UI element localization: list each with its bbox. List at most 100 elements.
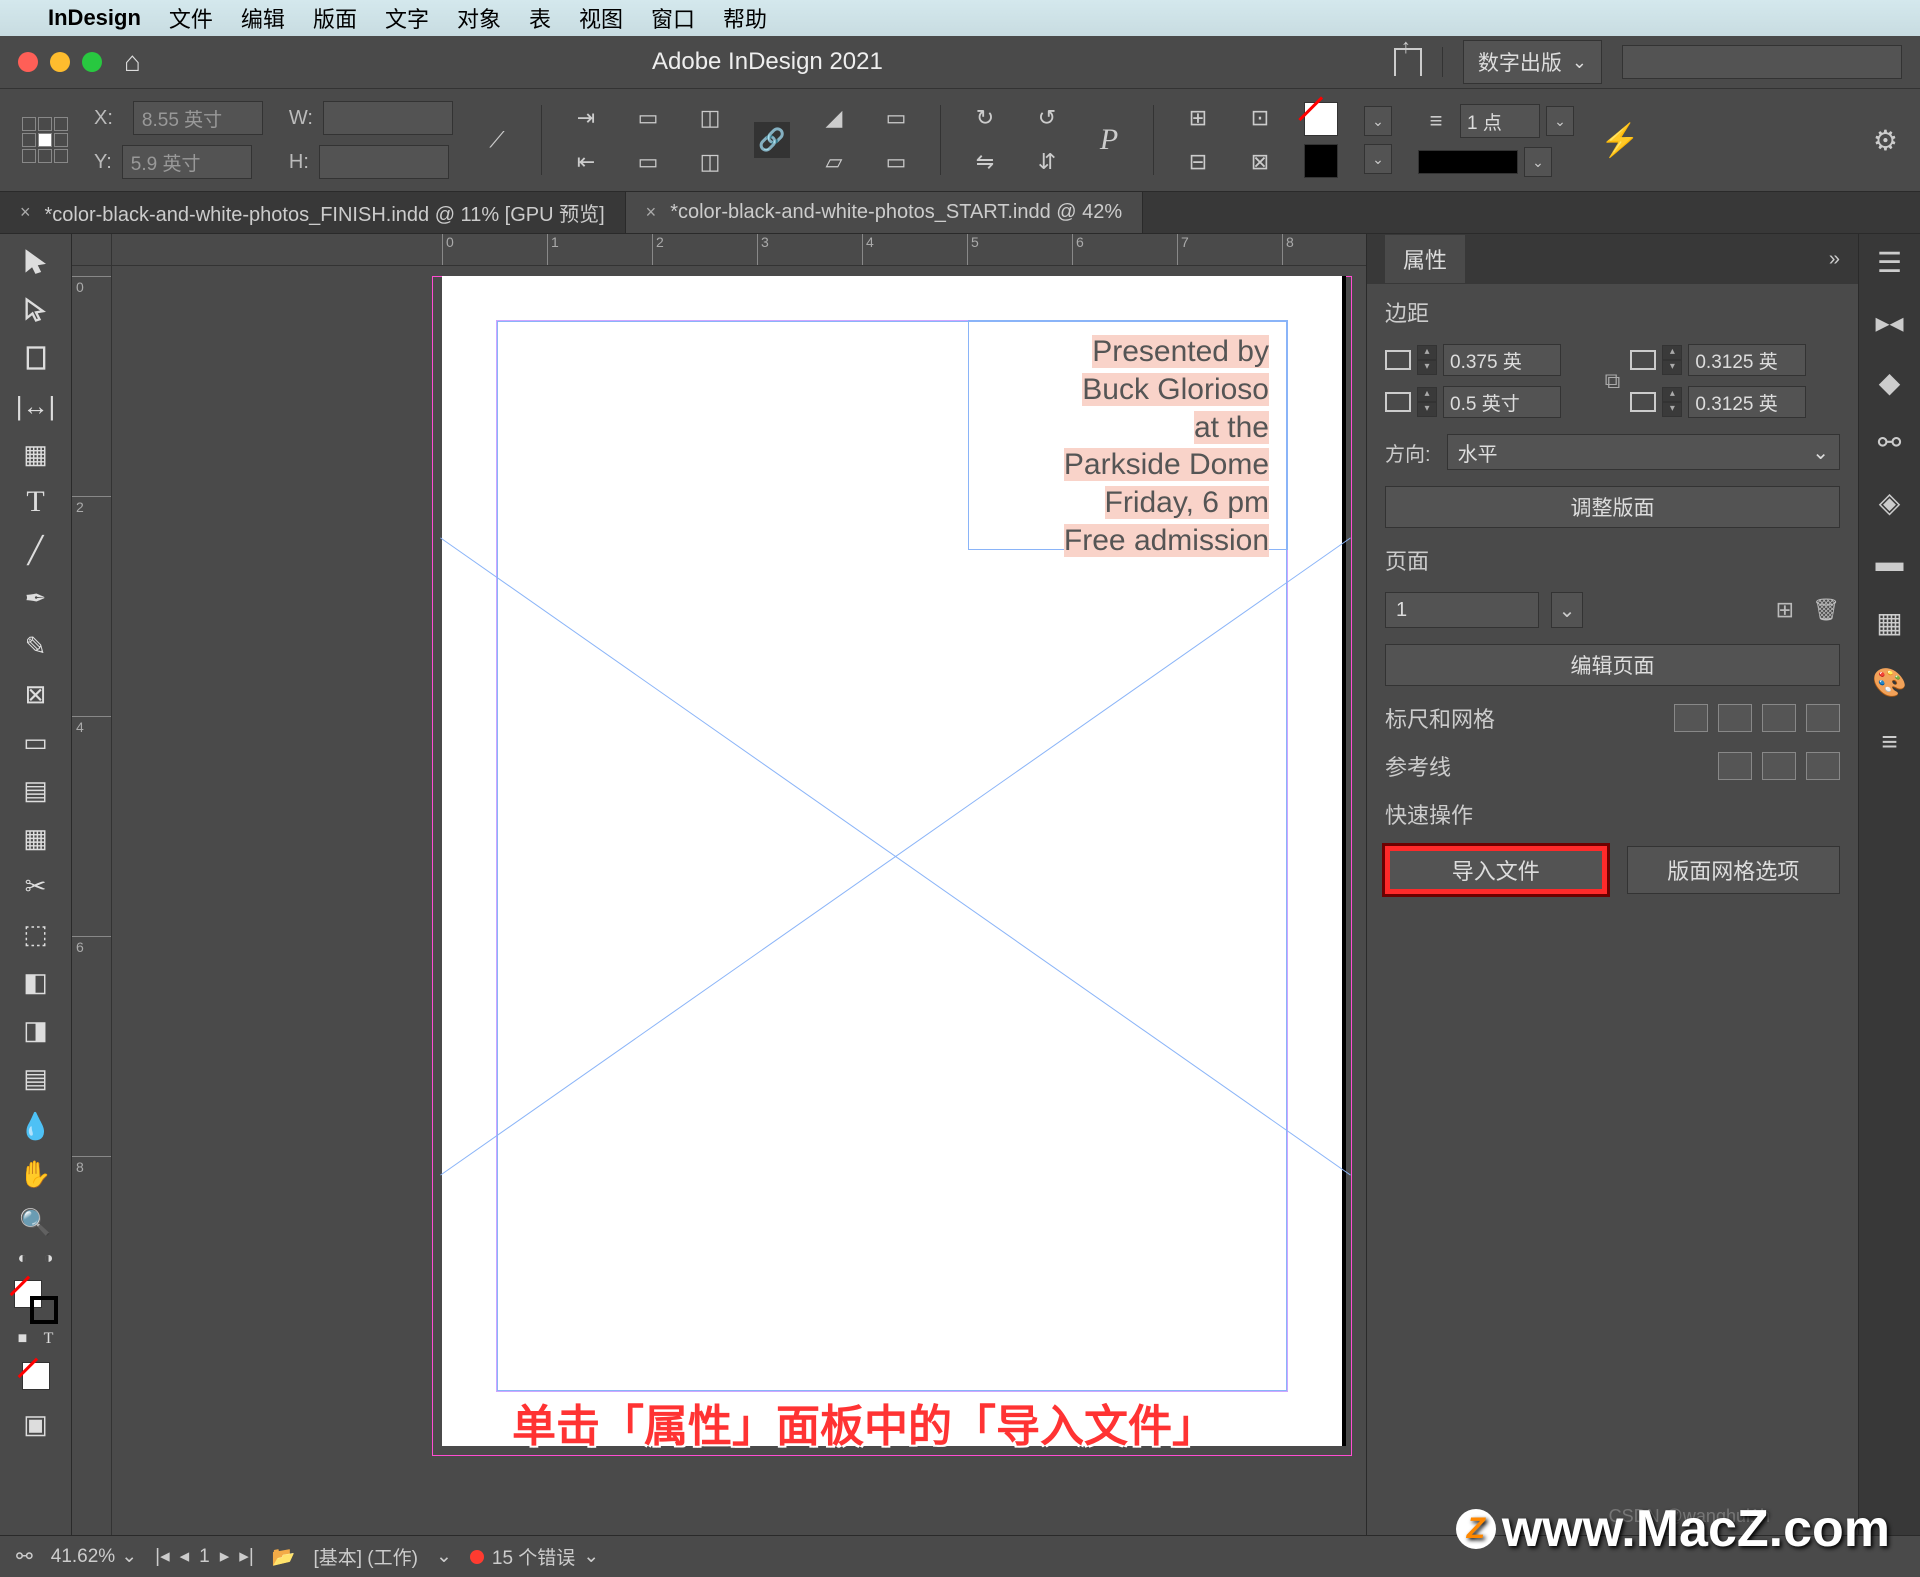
horizontal-ruler[interactable]: 0 1 2 3 4 5 6 7 8 (112, 234, 1366, 266)
stroke-dropdown[interactable]: ⌄ (1364, 144, 1392, 174)
menu-file[interactable]: 文件 (169, 2, 213, 34)
menu-table[interactable]: 表 (529, 2, 551, 34)
stroke-weight-dd[interactable]: ⌄ (1546, 106, 1574, 136)
default-fill-stroke[interactable] (14, 1354, 58, 1398)
grid-tool[interactable]: ▤ (14, 768, 58, 812)
fit-prop-icon[interactable]: ◫ (692, 144, 728, 180)
align-2-icon[interactable]: ⊡ (1242, 100, 1278, 136)
zoom-dropdown[interactable]: ⌄ (121, 1545, 137, 1568)
fill-swatch[interactable] (1304, 102, 1338, 136)
corner-icon[interactable]: ◢ (816, 100, 852, 136)
stroke-weight-field[interactable] (1460, 104, 1540, 138)
color-panel-icon[interactable]: 🎨 (1872, 664, 1908, 700)
x-field[interactable] (133, 101, 263, 135)
margin-right-field[interactable] (1688, 386, 1806, 418)
line-tool[interactable]: ╱ (14, 528, 58, 572)
free-transform-tool[interactable]: ⬚ (14, 912, 58, 956)
hand-tool[interactable]: ✋ (14, 1152, 58, 1196)
collapse-panel-icon[interactable]: » (1829, 248, 1840, 271)
menu-help[interactable]: 帮助 (723, 2, 767, 34)
close-button[interactable] (18, 52, 38, 72)
stroke-style-dd[interactable]: ⌄ (1524, 147, 1552, 177)
maximize-button[interactable] (82, 52, 102, 72)
link-margins-icon[interactable]: ⧉ (1605, 368, 1621, 394)
guide-1-icon[interactable] (1718, 752, 1752, 780)
selection-tool[interactable] (14, 240, 58, 284)
content-collector-tool[interactable]: ▦ (14, 432, 58, 476)
center-content-icon[interactable]: ▭ (630, 144, 666, 180)
w-field[interactable] (323, 101, 453, 135)
stroke-indicator[interactable] (30, 1296, 58, 1324)
page[interactable]: Presented by Buck Glorioso at the Parksi… (442, 276, 1342, 1446)
menu-window[interactable]: 窗口 (651, 2, 695, 34)
adjust-layout-button[interactable]: 调整版面 (1385, 486, 1840, 528)
text-frame[interactable]: Presented by Buck Glorioso at the Parksi… (968, 320, 1288, 550)
page-tool[interactable] (14, 336, 58, 380)
ruler-icon[interactable] (1674, 704, 1708, 732)
eyedropper-tool[interactable]: 💧 (14, 1104, 58, 1148)
direct-selection-tool[interactable] (14, 288, 58, 332)
pages-panel-icon[interactable]: ▸◂ (1872, 304, 1908, 340)
new-page-icon[interactable]: ⊞ (1776, 597, 1794, 623)
gap-tool[interactable]: |↔| (14, 384, 58, 428)
last-page-icon[interactable]: ▸| (239, 1545, 253, 1568)
prev-page-icon[interactable]: ◂ (180, 1545, 190, 1568)
apply-none[interactable]: T (38, 1328, 60, 1350)
preflight-status[interactable]: 15 个错误 ⌄ (470, 1543, 599, 1570)
close-tab-icon[interactable]: × (646, 202, 657, 223)
adjust-icon[interactable]: ☰ (1872, 244, 1908, 280)
menu-view[interactable]: 视图 (579, 2, 623, 34)
apply-color[interactable]: ■ (12, 1328, 34, 1350)
page-dropdown[interactable]: ⌄ (1551, 592, 1583, 628)
pen-tool[interactable]: ✒ (14, 576, 58, 620)
next-page-icon[interactable]: ▸ (220, 1545, 230, 1568)
paragraph-style-icon[interactable]: P (1091, 122, 1127, 158)
layers-panel-icon[interactable]: ◈ (1872, 484, 1908, 520)
gradient-swatch-tool[interactable]: ◧ (14, 960, 58, 1004)
vertical-ruler[interactable]: 0 2 4 6 8 (72, 266, 112, 1535)
rectangle-tool[interactable]: ▭ (14, 720, 58, 764)
rectangle-frame-tool[interactable]: ⊠ (14, 672, 58, 716)
auto-fit-icon[interactable]: ▭ (630, 100, 666, 136)
margin-top-field[interactable] (1443, 344, 1561, 376)
search-input[interactable] (1622, 45, 1902, 79)
grid-options-button[interactable]: 版面网格选项 (1627, 846, 1841, 894)
fit-frame-icon[interactable]: ⇤ (568, 144, 604, 180)
import-file-button[interactable]: 导入文件 (1385, 846, 1607, 894)
document-tab[interactable]: × *color-black-and-white-photos_START.in… (626, 192, 1144, 233)
toggle-1[interactable]: ◐ (12, 1248, 34, 1270)
flip-h-icon[interactable]: ⇋ (967, 144, 1003, 180)
canvas[interactable]: 0 1 2 3 4 5 6 7 8 0 2 4 6 8 Presented by (72, 234, 1366, 1535)
link-icon[interactable]: 🔗 (754, 122, 790, 158)
constrain-proportions-icon[interactable]: ⟋ (479, 122, 515, 158)
fill-frame-icon[interactable]: ◫ (692, 100, 728, 136)
page-number-field[interactable] (1385, 592, 1539, 628)
grid-2-icon[interactable] (1762, 704, 1796, 732)
menu-type[interactable]: 文字 (385, 2, 429, 34)
grid-1-icon[interactable] (1718, 704, 1752, 732)
rotate-cw-icon[interactable]: ↻ (967, 100, 1003, 136)
menu-layout[interactable]: 版面 (313, 2, 357, 34)
fill-stroke-indicator[interactable] (14, 1280, 58, 1324)
pasteboard[interactable]: Presented by Buck Glorioso at the Parksi… (112, 266, 1366, 1535)
links-panel-icon[interactable]: ⚯ (1872, 424, 1908, 460)
link-status-icon[interactable]: ⚯ (16, 1544, 33, 1569)
open-icon[interactable]: 📂 (272, 1545, 296, 1569)
fill-dropdown[interactable]: ⌄ (1364, 106, 1392, 136)
align-icon[interactable]: ⊞ (1180, 100, 1216, 136)
guide-3-icon[interactable] (1806, 752, 1840, 780)
more-panel-icon[interactable]: ≡ (1872, 724, 1908, 760)
share-icon[interactable] (1394, 48, 1422, 76)
guide-2-icon[interactable] (1762, 752, 1796, 780)
stroke-panel-icon[interactable]: ▬ (1872, 544, 1908, 580)
minimize-button[interactable] (50, 52, 70, 72)
quick-apply-icon[interactable]: ⚡ (1600, 121, 1640, 159)
gradient-feather-tool[interactable]: ◨ (14, 1008, 58, 1052)
document-tab[interactable]: × *color-black-and-white-photos_FINISH.i… (0, 192, 626, 233)
reference-point[interactable] (22, 117, 68, 163)
scissors-tool[interactable]: ✂ (14, 864, 58, 908)
stroke-style[interactable] (1418, 150, 1518, 174)
master-page[interactable]: [基本] (工作) (313, 1543, 418, 1570)
type-tool[interactable]: T (14, 480, 58, 524)
flip-v-icon[interactable]: ⇵ (1029, 144, 1065, 180)
